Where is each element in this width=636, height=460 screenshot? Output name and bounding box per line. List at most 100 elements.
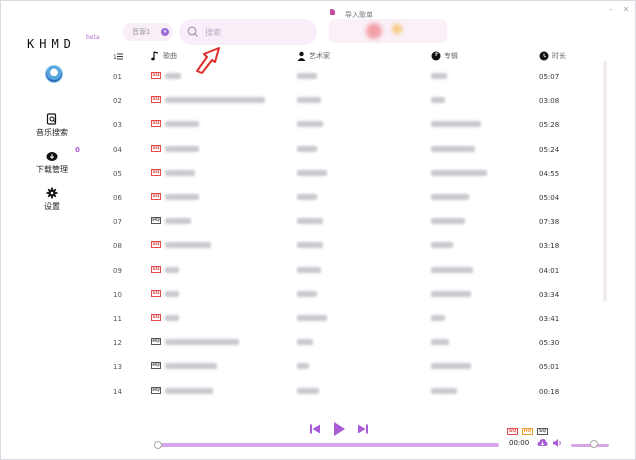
- album-redacted[interactable]: [431, 194, 469, 200]
- song-title-redacted[interactable]: [165, 339, 239, 346]
- quality-tag: SQ: [151, 144, 161, 152]
- artist-redacted[interactable]: [297, 218, 323, 225]
- table-row[interactable]: 11 SQ 03:41: [113, 314, 593, 339]
- song-title-redacted[interactable]: [165, 315, 179, 321]
- table-row[interactable]: 12 HQ 05:30: [113, 338, 593, 363]
- quality-tag: HQ: [151, 338, 161, 346]
- next-track-icon[interactable]: [357, 423, 369, 435]
- table-row[interactable]: 05 SQ 04:55: [113, 168, 593, 194]
- index-column-header: 1: [113, 51, 123, 61]
- track-number: 07: [113, 218, 122, 227]
- track-number: 08: [113, 242, 122, 251]
- cover-thumbnail: [366, 23, 382, 39]
- album-redacted[interactable]: [431, 218, 465, 225]
- minimize-icon[interactable]: –: [606, 5, 616, 15]
- song-title-redacted[interactable]: [165, 169, 195, 176]
- table-header: 1 歌曲 艺术家 专辑 时长: [113, 51, 593, 67]
- quality-tag: SQ: [151, 120, 161, 128]
- artist-redacted[interactable]: [297, 145, 317, 152]
- cloud-download-icon[interactable]: [537, 438, 548, 448]
- album-redacted[interactable]: [431, 315, 445, 321]
- song-title-redacted[interactable]: [165, 266, 179, 273]
- table-row[interactable]: 02 SQ 03:08: [113, 96, 593, 121]
- sidebar-item-downloads[interactable]: 下载管理: [27, 150, 77, 175]
- artist-redacted[interactable]: [297, 169, 327, 176]
- track-number: 14: [113, 387, 122, 396]
- song-title-redacted[interactable]: [165, 194, 199, 200]
- album-redacted[interactable]: [431, 121, 481, 128]
- table-row[interactable]: 04 SQ 05:24: [113, 144, 593, 170]
- album-redacted[interactable]: [431, 97, 445, 104]
- playback-time: 00:00: [509, 439, 530, 447]
- download-count-badge: 0: [75, 146, 80, 154]
- table-row[interactable]: 14 HQ 00:18: [113, 386, 593, 412]
- album-column-header[interactable]: 专辑: [431, 51, 458, 61]
- table-row[interactable]: 13 HQ 05:01: [113, 362, 593, 387]
- song-title-redacted[interactable]: [165, 218, 191, 225]
- track-number: 11: [113, 315, 122, 323]
- artist-redacted[interactable]: [297, 242, 323, 249]
- album-redacted[interactable]: [431, 266, 473, 273]
- album-redacted[interactable]: [431, 73, 447, 79]
- quality-tag: SQ: [151, 314, 161, 321]
- artist-redacted[interactable]: [297, 387, 319, 394]
- song-title-redacted[interactable]: [165, 145, 199, 152]
- album-redacted[interactable]: [431, 339, 449, 346]
- close-icon[interactable]: ✕: [621, 5, 631, 15]
- song-title-redacted[interactable]: [165, 242, 211, 249]
- song-title-redacted[interactable]: [165, 121, 199, 128]
- progress-handle[interactable]: [154, 441, 162, 449]
- search-input[interactable]: [205, 25, 305, 39]
- source-select[interactable]: 音源1 ▾: [123, 23, 173, 41]
- quality-tag-standard[interactable]: SQ: [537, 428, 548, 435]
- song-title-redacted[interactable]: [165, 290, 179, 297]
- progress-bar[interactable]: [154, 441, 499, 449]
- table-row[interactable]: 03 SQ 05:28: [113, 120, 593, 145]
- quality-tag: HQ: [151, 217, 161, 225]
- artist-redacted[interactable]: [297, 339, 313, 346]
- avatar[interactable]: [45, 65, 63, 83]
- table-row[interactable]: 01 SQ 05:07: [113, 72, 593, 97]
- sidebar-item-settings[interactable]: 设置: [27, 187, 77, 212]
- track-number: 04: [113, 145, 122, 154]
- play-icon[interactable]: [332, 421, 346, 437]
- table-row[interactable]: 09 SQ 04:01: [113, 265, 593, 291]
- table-row[interactable]: 10 SQ 03:34: [113, 289, 593, 315]
- person-icon: [297, 51, 306, 61]
- artist-redacted[interactable]: [297, 363, 309, 370]
- album-redacted[interactable]: [431, 363, 471, 370]
- album-redacted[interactable]: [431, 242, 453, 249]
- album-redacted[interactable]: [431, 145, 475, 152]
- artist-redacted[interactable]: [297, 73, 317, 79]
- duration-column-header[interactable]: 时长: [539, 51, 566, 61]
- scrollbar[interactable]: [603, 61, 607, 301]
- song-title-redacted[interactable]: [165, 363, 217, 370]
- artist-redacted[interactable]: [297, 194, 317, 200]
- sidebar-item-music-search[interactable]: 音乐搜索: [27, 113, 77, 138]
- track-number: 09: [113, 266, 122, 275]
- quality-tag: SQ: [151, 96, 161, 104]
- table-row[interactable]: 08 SQ 03:18: [113, 241, 593, 266]
- artist-column-header[interactable]: 艺术家: [297, 51, 330, 61]
- track-duration: 05:01: [539, 363, 560, 372]
- album-redacted[interactable]: [431, 169, 487, 176]
- quality-tag: HQ: [151, 362, 161, 370]
- artist-redacted[interactable]: [297, 290, 317, 297]
- artist-redacted[interactable]: [297, 97, 321, 104]
- volume-handle[interactable]: [589, 440, 598, 448]
- artist-redacted[interactable]: [297, 121, 323, 128]
- artist-redacted[interactable]: [297, 266, 321, 273]
- volume-icon[interactable]: [552, 438, 563, 448]
- song-title-redacted[interactable]: [165, 97, 265, 104]
- album-redacted[interactable]: [431, 290, 471, 297]
- table-row[interactable]: 07 HQ 07:38: [113, 217, 593, 242]
- previous-track-icon[interactable]: [309, 423, 321, 435]
- quality-tag-hq[interactable]: HQ: [522, 428, 533, 435]
- song-title-redacted[interactable]: [165, 387, 213, 394]
- table-row[interactable]: 06 SQ 05:04: [113, 193, 593, 218]
- song-column-header[interactable]: 歌曲: [151, 51, 177, 61]
- quality-tag-sq[interactable]: SQ: [507, 428, 518, 435]
- artist-redacted[interactable]: [297, 315, 327, 321]
- album-redacted[interactable]: [431, 387, 457, 394]
- song-title-redacted[interactable]: [165, 73, 181, 79]
